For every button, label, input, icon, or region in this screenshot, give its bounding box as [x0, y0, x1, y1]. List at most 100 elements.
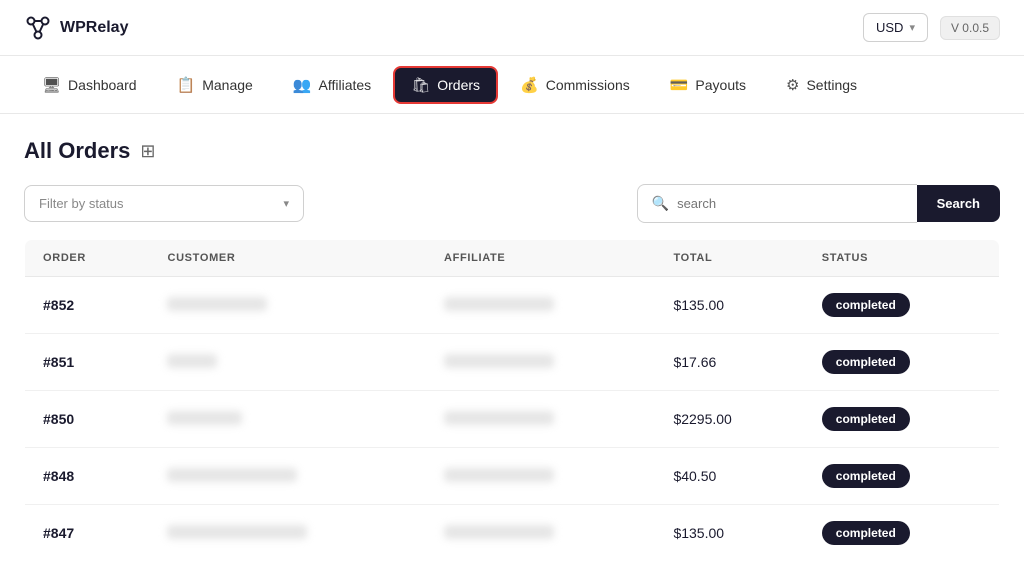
nav-item-orders[interactable]: 🛍 Orders	[393, 66, 498, 104]
order-id: #850	[43, 411, 74, 427]
nav-item-affiliates[interactable]: 👥 Affiliates	[275, 66, 389, 104]
affiliate-cell	[426, 448, 655, 505]
main-content: All Orders ⊞ Filter by status ▾ 🔍 Search…	[0, 114, 1024, 562]
customer-cell	[149, 505, 426, 562]
order-total: $17.66	[673, 354, 716, 370]
col-header-total: TOTAL	[655, 240, 803, 277]
filters-row: Filter by status ▾ 🔍 Search	[24, 184, 1000, 223]
nav-label-dashboard: Dashboard	[68, 77, 137, 93]
page-title-row: All Orders ⊞	[24, 138, 1000, 164]
payouts-icon: 💳	[670, 76, 689, 94]
order-id-cell: #851	[25, 334, 150, 391]
status-cell: completed	[804, 334, 1000, 391]
status-badge: completed	[822, 464, 910, 488]
total-cell: $40.50	[655, 448, 803, 505]
order-total: $2295.00	[673, 411, 731, 427]
affiliate-name	[444, 468, 554, 482]
table-row: #850 $2295.00 completed	[25, 391, 1000, 448]
order-id: #848	[43, 468, 74, 484]
total-cell: $135.00	[655, 277, 803, 334]
table-body: #852 $135.00 completed #851	[25, 277, 1000, 562]
order-id-cell: #847	[25, 505, 150, 562]
dashboard-icon: 🖥	[42, 76, 61, 94]
status-badge: completed	[822, 521, 910, 545]
customer-cell	[149, 448, 426, 505]
settings-icon: ⚙	[786, 76, 799, 94]
search-icon: 🔍	[652, 195, 669, 212]
customer-cell	[149, 391, 426, 448]
customer-name	[167, 354, 217, 368]
customer-name	[167, 411, 242, 425]
order-id-cell: #852	[25, 277, 150, 334]
table-row: #851 $17.66 completed	[25, 334, 1000, 391]
col-header-affiliate: AFFILIATE	[426, 240, 655, 277]
search-input[interactable]	[677, 196, 903, 211]
nav-item-manage[interactable]: 📋 Manage	[159, 66, 271, 104]
currency-value: USD	[876, 20, 903, 35]
manage-icon: 📋	[177, 76, 196, 94]
search-area: 🔍 Search	[637, 184, 1000, 223]
header: WPRelay USD ▾ V 0.0.5	[0, 0, 1024, 56]
status-badge: completed	[822, 350, 910, 374]
order-total: $40.50	[673, 468, 716, 484]
affiliate-cell	[426, 277, 655, 334]
currency-selector[interactable]: USD ▾	[863, 13, 928, 42]
logo-text: WPRelay	[60, 19, 128, 37]
order-id: #852	[43, 297, 74, 313]
status-cell: completed	[804, 277, 1000, 334]
version-badge: V 0.0.5	[940, 16, 1000, 40]
status-cell: completed	[804, 505, 1000, 562]
customer-cell	[149, 277, 426, 334]
table-row: #852 $135.00 completed	[25, 277, 1000, 334]
search-box: 🔍	[637, 184, 917, 223]
customer-name	[167, 297, 267, 311]
orders-table: ORDER CUSTOMER AFFILIATE TOTAL STATUS #8…	[24, 239, 1000, 562]
search-button[interactable]: Search	[917, 185, 1000, 222]
table-row: #848 $40.50 completed	[25, 448, 1000, 505]
status-badge: completed	[822, 293, 910, 317]
filter-status-dropdown[interactable]: Filter by status ▾	[24, 185, 304, 222]
nav-item-dashboard[interactable]: 🖥 Dashboard	[24, 66, 155, 104]
commissions-icon: 💰	[520, 76, 539, 94]
affiliate-cell	[426, 505, 655, 562]
nav-item-payouts[interactable]: 💳 Payouts	[652, 66, 764, 104]
nav-item-settings[interactable]: ⚙ Settings	[768, 66, 875, 104]
col-header-status: STATUS	[804, 240, 1000, 277]
affiliates-icon: 👥	[293, 76, 312, 94]
nav-label-affiliates: Affiliates	[319, 77, 372, 93]
logo-icon	[24, 14, 52, 42]
affiliate-cell	[426, 391, 655, 448]
nav-label-payouts: Payouts	[695, 77, 746, 93]
nav-label-orders: Orders	[437, 77, 480, 93]
affiliate-name	[444, 297, 554, 311]
nav-label-manage: Manage	[202, 77, 253, 93]
customer-name	[167, 525, 307, 539]
customer-cell	[149, 334, 426, 391]
affiliate-name	[444, 411, 554, 425]
chevron-down-icon: ▾	[909, 21, 915, 34]
header-right: USD ▾ V 0.0.5	[863, 13, 1000, 42]
filter-chevron-icon: ▾	[283, 197, 289, 210]
order-total: $135.00	[673, 525, 724, 541]
order-id: #847	[43, 525, 74, 541]
total-cell: $17.66	[655, 334, 803, 391]
total-cell: $2295.00	[655, 391, 803, 448]
main-nav: 🖥 Dashboard 📋 Manage 👥 Affiliates 🛍 Orde…	[0, 56, 1024, 114]
order-id-cell: #848	[25, 448, 150, 505]
orders-icon: 🛍	[411, 76, 430, 94]
affiliate-name	[444, 525, 554, 539]
page-title-export-icon[interactable]: ⊞	[140, 141, 155, 162]
nav-label-commissions: Commissions	[546, 77, 630, 93]
nav-item-commissions[interactable]: 💰 Commissions	[502, 66, 648, 104]
nav-label-settings: Settings	[806, 77, 857, 93]
table-header: ORDER CUSTOMER AFFILIATE TOTAL STATUS	[25, 240, 1000, 277]
filter-status-label: Filter by status	[39, 196, 124, 211]
order-id-cell: #850	[25, 391, 150, 448]
status-badge: completed	[822, 407, 910, 431]
col-header-order: ORDER	[25, 240, 150, 277]
page-title: All Orders	[24, 138, 130, 164]
table-row: #847 $135.00 completed	[25, 505, 1000, 562]
affiliate-name	[444, 354, 554, 368]
order-id: #851	[43, 354, 74, 370]
status-cell: completed	[804, 448, 1000, 505]
